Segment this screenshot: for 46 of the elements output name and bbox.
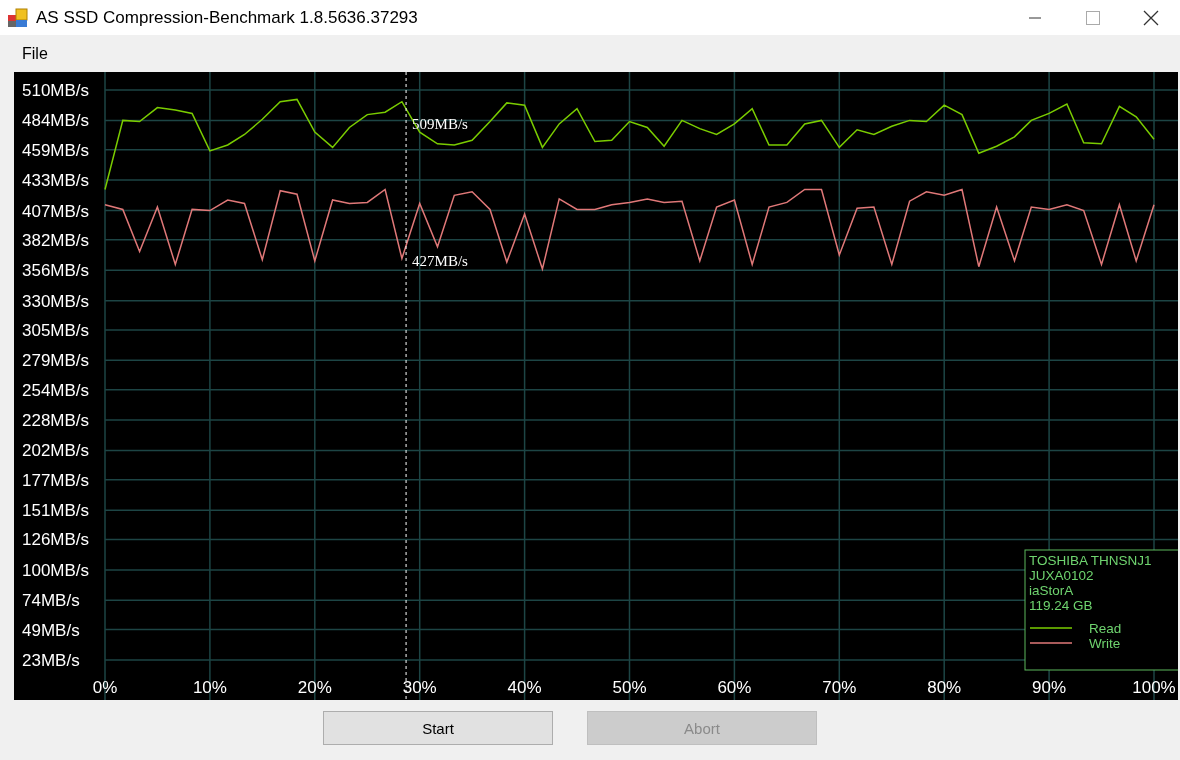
- axis-label: 74MB/s: [22, 591, 80, 611]
- axis-label: 100%: [1132, 678, 1176, 697]
- axis-label: 23MB/s: [22, 651, 80, 670]
- action-button[interactable]: Start: [323, 711, 553, 745]
- legend-label: Write: [1089, 636, 1121, 651]
- device-info: iaStorA: [1029, 583, 1074, 598]
- axis-label: 177MB/s: [22, 470, 90, 490]
- cursor-value: 427MB/s: [412, 252, 468, 269]
- axis-label: 484MB/s: [22, 111, 90, 131]
- axis-label: 30%: [402, 678, 437, 697]
- legend-line: [1029, 627, 1073, 629]
- axis-label: 80%: [927, 678, 962, 697]
- axis-label: 70%: [822, 678, 857, 697]
- legend-line: [1029, 642, 1073, 644]
- close-icon: [1143, 9, 1159, 26]
- axis-label: 305MB/s: [22, 320, 90, 340]
- axis-label: 49MB/s: [22, 620, 80, 640]
- window-title: AS SSD Compression-Benchmark 1.8.5636.37293: [36, 7, 418, 28]
- axis-label: 40%: [507, 678, 542, 697]
- device-info: JUXA0102: [1029, 568, 1094, 583]
- axis-label: 60%: [717, 678, 752, 697]
- axis-label: 382MB/s: [22, 230, 90, 250]
- axis-label: 10%: [192, 678, 227, 697]
- device-info: 119.24 GB: [1029, 598, 1093, 613]
- axis-label: 20%: [297, 678, 332, 697]
- device-info: TOSHIBA THNSNJ1: [1029, 553, 1152, 568]
- axis-label: 100MB/s: [22, 560, 90, 580]
- axis-label: 202MB/s: [22, 441, 90, 461]
- app-icon: [8, 7, 28, 28]
- axis-label: 407MB/s: [22, 201, 90, 221]
- axis-label: 126MB/s: [22, 530, 90, 550]
- axis-label: 254MB/s: [22, 380, 90, 400]
- axis-label: 330MB/s: [22, 291, 90, 311]
- axis-label: 279MB/s: [22, 351, 90, 371]
- axis-label: 433MB/s: [22, 171, 90, 191]
- axis-label: 228MB/s: [22, 411, 90, 431]
- axis-label: 0%: [92, 678, 118, 697]
- axis-label: 90%: [1032, 678, 1067, 697]
- axis-label: 50%: [612, 678, 647, 697]
- axis-label: 356MB/s: [22, 261, 90, 281]
- axis-label: 459MB/s: [22, 140, 90, 160]
- menu-item[interactable]: File: [12, 42, 58, 65]
- legend-label: Read: [1089, 621, 1122, 636]
- axis-label: 510MB/s: [22, 81, 90, 100]
- axis-label: 151MB/s: [22, 501, 90, 521]
- maximize-icon: [1086, 10, 1100, 25]
